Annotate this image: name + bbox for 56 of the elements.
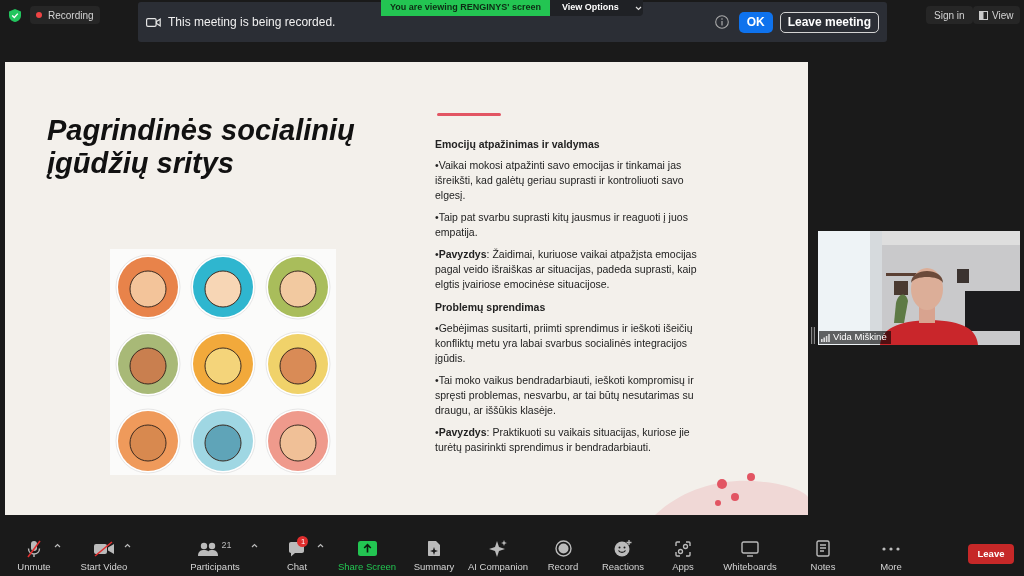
bullet-paragraph: •Vaikai mokosi atpažinti savo emocijas ir tinkamai jas išreikšti, kad galėtų geriau suprasti ir kontroliuoti savo elgesį. bbox=[435, 158, 685, 203]
leave-button[interactable]: Leave bbox=[968, 544, 1014, 564]
participants-icon bbox=[198, 541, 219, 556]
leave-meeting-button[interactable]: Leave meeting bbox=[779, 11, 879, 33]
toolbar-button[interactable]: Apps bbox=[672, 539, 694, 573]
view-button[interactable]: View bbox=[973, 6, 1020, 24]
ok-button[interactable]: OK bbox=[738, 11, 773, 33]
toolbar-button[interactable]: Share Screen bbox=[337, 539, 397, 573]
signal-icon bbox=[821, 333, 830, 342]
toolbar-button[interactable]: AI Companion bbox=[467, 539, 529, 573]
section-heading: Emocijų atpažinimas ir valdymas bbox=[435, 137, 601, 152]
drag-handle-icon[interactable] bbox=[811, 327, 815, 344]
toolbar-button[interactable]: Summary bbox=[413, 539, 455, 573]
sparkle-icon bbox=[489, 539, 507, 558]
viewing-banner: You are viewing RENGINYS' screen bbox=[381, 0, 550, 16]
bullet-paragraph: •Tai moko vaikus bendradarbiauti, ieškoti kompromisų ir spręsti problemas, nesvarbu, ar tai būtų nesutarimas su draugu, ar iššūkis klasėje. bbox=[435, 373, 695, 418]
record-icon bbox=[554, 540, 572, 557]
section-heading: Problemų sprendimas bbox=[435, 300, 547, 315]
bullet-paragraph: •Taip pat svarbu suprasti kitų jausmus ir reaguoti į juos empatija. bbox=[435, 210, 689, 240]
sign-in-button[interactable]: Sign in bbox=[926, 6, 973, 24]
toolbar-button[interactable]: Notes bbox=[810, 539, 836, 573]
toolbar-button[interactable]: 21 Participants bbox=[190, 539, 240, 573]
layout-icon bbox=[979, 10, 988, 20]
smiley-plus-icon bbox=[614, 540, 632, 557]
slide-title: Pagrindinės socialinių įgūdžių sritys bbox=[47, 114, 356, 180]
notice-text: This meeting is being recorded. bbox=[168, 14, 336, 31]
name-label: Vida Miškinė bbox=[819, 331, 891, 344]
toolbar-button[interactable]: Unmute bbox=[17, 539, 51, 573]
accent-line bbox=[437, 113, 501, 116]
monitor-icon bbox=[741, 540, 759, 557]
caret-icon[interactable] bbox=[251, 543, 258, 548]
apps-icon bbox=[675, 540, 691, 557]
more-icon bbox=[882, 546, 900, 551]
bullet-paragraph: •Pavyzdys: Žaidimai, kuriuose vaikai atpažįsta emocijas pagal veido išraiškas ar situacijas, padeda suprasti, kaip elgtis įvairiose emocinėse situacijose. bbox=[435, 247, 697, 292]
caret-icon[interactable] bbox=[54, 543, 61, 548]
view-options-button[interactable]: View Options bbox=[550, 0, 643, 16]
toolbar-button[interactable]: More bbox=[880, 539, 902, 573]
shield-icon bbox=[9, 9, 21, 22]
video-camera-icon bbox=[146, 16, 161, 28]
share-screen-icon bbox=[357, 541, 377, 556]
caret-icon[interactable] bbox=[317, 543, 324, 548]
toolbar-button[interactable]: Start Video bbox=[80, 539, 128, 573]
toolbar-button[interactable]: Reactions bbox=[601, 539, 645, 573]
bullet-paragraph: •Pavyzdys: Praktikuoti su vaikais situacijas, kuriose jie turėtų pasirinkti sprendimus ir bendradarbiauti. bbox=[435, 425, 691, 455]
muted-microphone-icon bbox=[26, 539, 42, 558]
toolbar-button[interactable]: Whiteboards bbox=[723, 539, 777, 573]
video-off-icon bbox=[93, 540, 115, 557]
document-sparkle-icon bbox=[427, 540, 441, 557]
info-icon[interactable] bbox=[714, 15, 729, 29]
recording-indicator[interactable]: Recording bbox=[30, 6, 100, 24]
caret-icon bbox=[634, 5, 642, 11]
bullet-paragraph: •Gebėjimas susitarti, priimti sprendimus ir ieškoti išeičių konfliktų metu yra labai svarbus socialinės integracijos įgūdis. bbox=[435, 321, 694, 366]
caret-icon[interactable] bbox=[124, 543, 131, 548]
toolbar-button[interactable]: Record bbox=[547, 539, 579, 573]
participant-count: 21 bbox=[221, 539, 232, 552]
notes-icon bbox=[816, 540, 830, 557]
